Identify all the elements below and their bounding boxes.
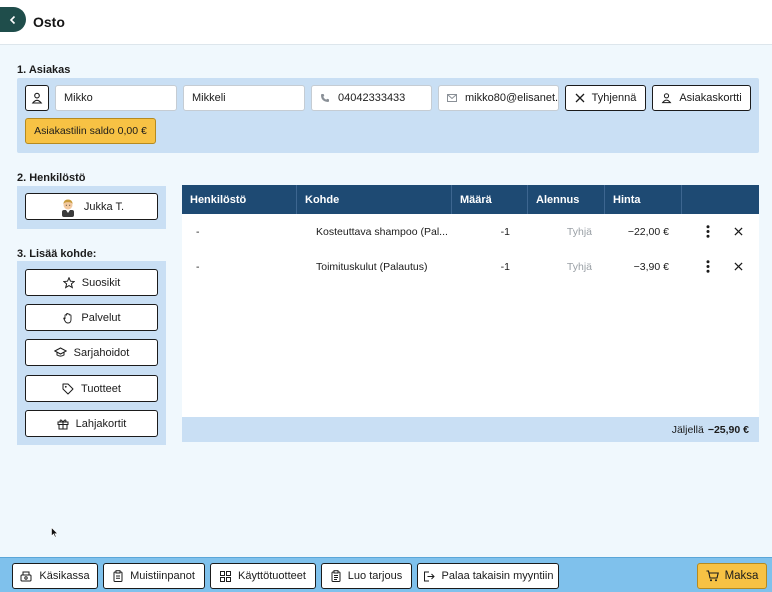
- staff-panel: Jukka T.: [17, 186, 166, 229]
- phone-value: 04042333433: [338, 92, 406, 104]
- series-treatments-button[interactable]: Sarjahoidot: [25, 339, 158, 366]
- column-header-quantity: Määrä: [452, 185, 528, 214]
- star-icon: [62, 276, 75, 289]
- create-offer-label: Luo tarjous: [347, 570, 403, 582]
- avatar: [61, 199, 74, 217]
- series-treatments-label: Sarjahoidot: [73, 346, 130, 359]
- gift-cards-button[interactable]: Lahjakortit: [25, 410, 158, 437]
- row-menu-button[interactable]: [702, 214, 714, 249]
- cash-register-icon: [20, 571, 32, 581]
- last-name-field[interactable]: Mikkeli: [183, 85, 305, 111]
- phone-field[interactable]: 04042333433: [311, 85, 432, 111]
- more-vertical-icon: [706, 225, 710, 238]
- remaining-value: −25,90 €: [707, 423, 749, 436]
- clear-label: Tyhjennä: [591, 92, 637, 104]
- more-vertical-icon: [706, 260, 710, 273]
- gift-icon: [57, 418, 69, 429]
- gift-cards-label: Lahjakortit: [75, 417, 127, 430]
- close-icon: [733, 262, 743, 271]
- page-title: Osto: [33, 14, 65, 30]
- top-bar: Osto: [0, 0, 772, 45]
- consumables-button[interactable]: Käyttötuotteet: [210, 563, 316, 589]
- row-quantity[interactable]: -1: [452, 249, 510, 284]
- exit-icon: [423, 571, 435, 581]
- pay-label: Maksa: [724, 570, 759, 582]
- customer-card-button[interactable]: Asiakaskortti: [652, 85, 751, 111]
- cash-drawer-label: Käsikassa: [39, 570, 90, 582]
- customer-section-label: 1. Asiakas: [17, 64, 71, 76]
- clipboard-list-icon: [331, 570, 341, 582]
- table-footer: Jäljellä −25,90 €: [182, 417, 759, 442]
- pay-button[interactable]: Maksa: [697, 563, 767, 589]
- first-name-field[interactable]: Mikko: [55, 85, 177, 111]
- row-staff: -: [196, 260, 200, 273]
- services-label: Palvelut: [81, 311, 121, 324]
- row-item: Toimituskulut (Palautus): [316, 260, 428, 273]
- user-icon: [661, 93, 672, 104]
- notes-label: Muistiinpanot: [130, 570, 195, 582]
- add-item-panel: Suosikit Palvelut Sarjahoidot Tuotteet L…: [17, 261, 166, 445]
- shopping-cart-icon: [706, 570, 719, 582]
- staff-section-label: 2. Henkilöstö: [17, 172, 86, 184]
- email-field[interactable]: mikko80@elisanet.f: [438, 85, 559, 111]
- row-price: −3,90 €: [633, 260, 669, 273]
- column-header-price: Hinta: [605, 185, 682, 214]
- row-menu-button[interactable]: [702, 249, 714, 284]
- tag-icon: [62, 383, 74, 394]
- products-button[interactable]: Tuotteet: [25, 375, 158, 402]
- user-icon: [31, 92, 43, 104]
- add-item-section-label: 3. Lisää kohde:: [17, 248, 97, 260]
- close-icon: [733, 227, 743, 236]
- mouse-cursor-icon: [51, 527, 58, 538]
- table-row[interactable]: - Kosteuttava shampoo (Pal... -1 Tyhjä −…: [182, 214, 759, 249]
- notes-button[interactable]: Muistiinpanot: [103, 563, 205, 589]
- graduation-cap-icon: [53, 347, 67, 357]
- email-value: mikko80@elisanet.f: [465, 92, 559, 104]
- row-staff: -: [196, 225, 200, 238]
- favorites-button[interactable]: Suosikit: [25, 269, 158, 296]
- create-offer-button[interactable]: Luo tarjous: [321, 563, 412, 589]
- column-header-staff: Henkilöstö: [182, 185, 297, 214]
- first-name-value: Mikko: [64, 92, 93, 104]
- row-discount[interactable]: Tyhjä: [528, 214, 592, 249]
- grid-icon: [220, 570, 232, 582]
- customer-search-button[interactable]: [25, 85, 49, 111]
- table-row[interactable]: - Toimituskulut (Palautus) -1 Tyhjä −3,9…: [182, 249, 759, 284]
- column-header-discount: Alennus: [528, 185, 605, 214]
- close-icon: [575, 93, 585, 103]
- row-quantity[interactable]: -1: [452, 214, 510, 249]
- staff-select-button[interactable]: Jukka T.: [25, 193, 158, 220]
- row-item: Kosteuttava shampoo (Pal...: [316, 225, 448, 238]
- row-remove-button[interactable]: [732, 249, 744, 284]
- clipboard-icon: [113, 570, 123, 582]
- row-remove-button[interactable]: [732, 214, 744, 249]
- favorites-label: Suosikit: [81, 276, 121, 289]
- hand-icon: [63, 312, 72, 323]
- column-header-actions: [682, 185, 759, 214]
- return-to-sale-label: Palaa takaisin myyntiin: [441, 570, 554, 582]
- remaining-label: Jäljellä: [671, 423, 704, 436]
- staff-name: Jukka T.: [83, 200, 125, 213]
- mail-icon: [447, 94, 457, 102]
- back-button[interactable]: [0, 7, 26, 32]
- products-label: Tuotteet: [81, 382, 121, 395]
- customer-card-label: Asiakaskortti: [679, 92, 742, 104]
- cash-drawer-button[interactable]: Käsikassa: [12, 563, 98, 589]
- services-button[interactable]: Palvelut: [25, 304, 158, 331]
- cart-table: Henkilöstö Kohde Määrä Alennus Hinta - K…: [182, 185, 759, 442]
- last-name-value: Mikkeli: [192, 92, 226, 104]
- row-discount[interactable]: Tyhjä: [528, 249, 592, 284]
- row-price: −22,00 €: [627, 225, 669, 238]
- phone-icon: [320, 93, 330, 103]
- chevron-left-icon: [9, 15, 16, 24]
- account-balance-button[interactable]: Asiakastilin saldo 0,00 €: [25, 118, 156, 144]
- consumables-label: Käyttötuotteet: [238, 570, 306, 582]
- customer-panel: Mikko Mikkeli 04042333433 mikko80@elisan…: [17, 78, 759, 153]
- column-header-item: Kohde: [297, 185, 452, 214]
- bottom-action-bar: Käsikassa Muistiinpanot Käyttötuotteet L…: [0, 557, 772, 592]
- clear-customer-button[interactable]: Tyhjennä: [565, 85, 646, 111]
- table-header: Henkilöstö Kohde Määrä Alennus Hinta: [182, 185, 759, 214]
- return-to-sale-button[interactable]: Palaa takaisin myyntiin: [417, 563, 559, 589]
